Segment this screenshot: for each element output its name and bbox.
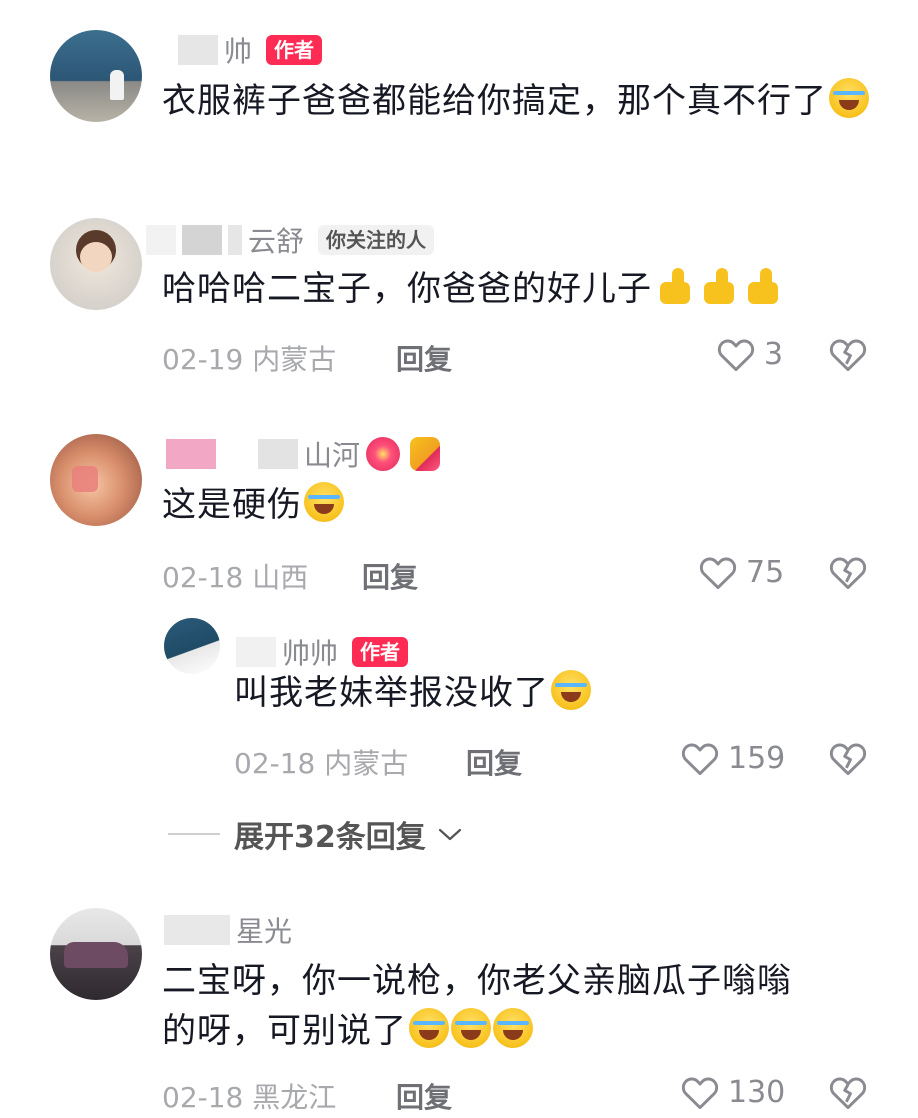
- heart-icon: [716, 336, 756, 372]
- thumbs-up-icon: [656, 266, 696, 306]
- username[interactable]: 帅 作者: [178, 30, 323, 70]
- laughing-emoji-icon: [551, 670, 591, 710]
- thumbs-up-icon: [700, 266, 740, 306]
- dislike-icon[interactable]: [828, 740, 868, 776]
- comment-text: 衣服裤子爸爸都能给你搞定，那个真不行了: [162, 76, 882, 126]
- following-badge: 你关注的人: [318, 225, 435, 255]
- reply-button[interactable]: 回复: [396, 338, 452, 378]
- reply-button[interactable]: 回复: [396, 1076, 452, 1116]
- heart-icon: [680, 1074, 720, 1110]
- avatar[interactable]: [50, 218, 142, 310]
- avatar[interactable]: [164, 618, 220, 674]
- dislike-icon[interactable]: [828, 336, 868, 372]
- expand-replies-button[interactable]: 展开32条回复: [168, 812, 464, 856]
- heart-icon: [680, 740, 720, 776]
- divider: [168, 833, 220, 835]
- comment-meta: 02-18 山西: [162, 561, 309, 594]
- comment-text: 哈哈哈二宝子，你爸爸的好儿子: [162, 264, 882, 314]
- crying-emoji-icon: [493, 1008, 533, 1048]
- username[interactable]: 星光: [164, 910, 292, 950]
- nail-polish-emoji-icon: [410, 437, 441, 471]
- username[interactable]: 云舒 你关注的人: [146, 220, 435, 260]
- dislike-icon[interactable]: [828, 554, 868, 590]
- heart-icon: [698, 554, 738, 590]
- dislike-icon[interactable]: [828, 1074, 868, 1110]
- hibiscus-emoji-icon: [366, 437, 401, 471]
- username[interactable]: 山河: [166, 434, 441, 474]
- avatar[interactable]: [50, 30, 142, 122]
- laughing-emoji-icon: [829, 78, 869, 118]
- crying-emoji-icon: [451, 1008, 491, 1048]
- comment-meta: 02-19 内蒙古: [162, 343, 337, 376]
- like-button[interactable]: 130: [680, 1074, 785, 1110]
- reply-button[interactable]: 回复: [466, 742, 522, 782]
- avatar[interactable]: [50, 908, 142, 1000]
- thumbs-up-icon: [744, 266, 784, 306]
- blurred-name: [178, 35, 218, 65]
- reply-button[interactable]: 回复: [362, 556, 418, 596]
- username[interactable]: 帅帅 作者: [236, 632, 409, 672]
- comment-meta: 02-18 内蒙古: [234, 747, 409, 780]
- like-button[interactable]: 3: [716, 336, 783, 372]
- comment-text: 叫我老妹举报没收了: [234, 668, 874, 718]
- comment-text: 这是硬伤: [162, 480, 882, 530]
- avatar[interactable]: [50, 434, 142, 526]
- crying-emoji-icon: [409, 1008, 449, 1048]
- comment-text: 二宝呀，你一说枪，你老父亲脑瓜子嗡嗡 的呀，可别说了: [162, 961, 792, 1051]
- author-badge: 作者: [352, 637, 409, 667]
- chevron-down-icon: [436, 817, 464, 852]
- laughing-emoji-icon: [304, 482, 344, 522]
- like-button[interactable]: 159: [680, 740, 785, 776]
- like-button[interactable]: 75: [698, 554, 784, 590]
- author-badge: 作者: [266, 35, 323, 65]
- comment-meta: 02-18 黑龙江: [162, 1081, 337, 1114]
